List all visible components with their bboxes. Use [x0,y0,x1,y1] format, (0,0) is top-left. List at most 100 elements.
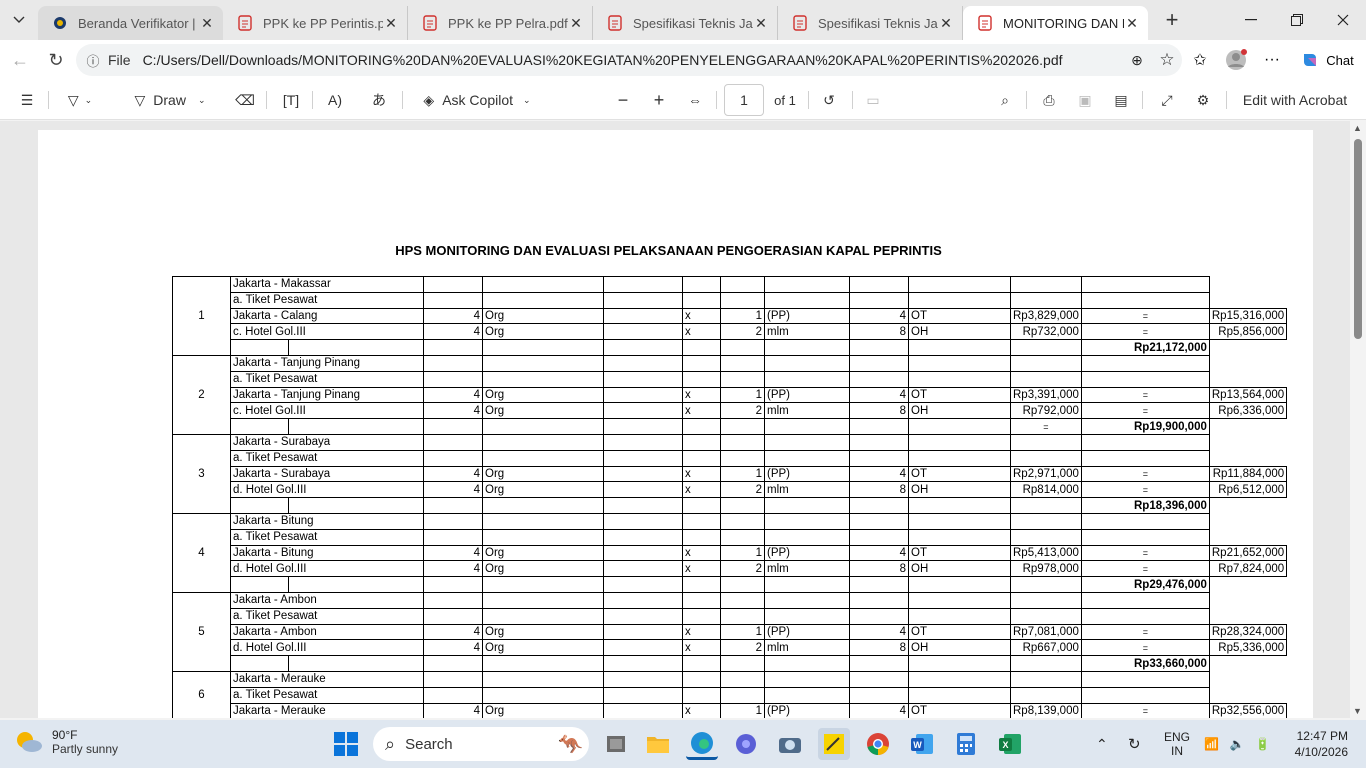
tab-0[interactable]: Beranda Verifikator | Sin ✕ [38,6,223,40]
zoom-in-button[interactable]: + [646,80,672,120]
restore-button[interactable] [1274,0,1320,40]
excel-button[interactable]: X [994,728,1026,760]
table-row: a. Tiket Pesawat [173,291,1287,309]
close-tab-icon[interactable]: ✕ [199,15,215,32]
edit-with-acrobat-button[interactable]: Edit with Acrobat [1236,80,1354,120]
camera-button[interactable] [774,728,806,760]
tab-1[interactable]: PPK ke PP Perintis.pdf ✕ [223,6,408,40]
rotate-button[interactable]: ↺ [816,80,842,120]
chrome-button[interactable] [862,728,894,760]
print-button[interactable]: ⎙ [1036,80,1062,120]
info-icon[interactable]: ⓘ [78,51,108,70]
back-button[interactable]: ← [2,42,38,78]
vertical-scrollbar[interactable]: ▲ ▼ [1350,121,1366,718]
tab-actions-menu-button[interactable] [0,0,38,40]
show-hidden-icons-button[interactable]: ⌃ [1096,720,1118,768]
table-cell [682,418,721,435]
close-tab-icon[interactable]: ✕ [1124,15,1140,32]
add-text-button[interactable]: [T] [278,80,304,120]
fullscreen-button[interactable]: ⤢ [1154,80,1180,120]
translate-button[interactable]: あ [366,80,392,120]
page-view-button[interactable]: ▭ [860,80,886,120]
more-menu-button[interactable]: ··· [1258,40,1286,80]
count-cell: 4 [849,544,909,562]
weather-temperature: 90°F [52,728,78,742]
close-tab-icon[interactable]: ✕ [568,15,584,32]
task-view-button[interactable] [600,728,632,760]
svg-text:W: W [913,740,922,750]
scroll-up-icon[interactable]: ▲ [1353,123,1362,133]
ask-copilot-button[interactable]: ◈ Ask Copilot ⌄ [414,80,540,120]
favorite-star-icon[interactable]: ☆ [1152,50,1182,70]
url-text[interactable]: C:/Users/Dell/Downloads/MONITORING%20DAN… [143,52,1122,68]
read-aloud-button[interactable]: A) [322,80,348,120]
close-tab-icon[interactable]: ✕ [938,15,954,32]
pdf-settings-button[interactable]: ⚙ [1190,80,1216,120]
unit-cell: (PP) [764,623,850,641]
close-tab-icon[interactable]: ✕ [383,15,399,32]
row-number: 2 [172,354,231,435]
find-button[interactable]: ⌕ [992,80,1018,120]
fit-to-width-button[interactable]: ⇔ [682,80,708,120]
tab-4[interactable]: Spesifikasi Teknis Jasa La ✕ [778,6,963,40]
taskbar-search[interactable]: ⌕ Search 🦘 [373,727,589,761]
zoom-out-button[interactable]: − [610,80,636,120]
table-cell [682,449,721,467]
table-cell [288,576,424,593]
table-row: c. Hotel Gol.III 4 Org x 2 mlm 8 OH Rp732,000 = Rp… [173,323,1288,341]
sync-status-button[interactable]: ↻ [1128,720,1150,768]
language-code: ENG [1163,730,1190,744]
unit-cell: Org [482,386,604,404]
app-button[interactable] [730,728,762,760]
close-window-button[interactable] [1320,0,1366,40]
sticky-notes-button[interactable] [818,728,850,760]
table-cell [764,512,850,530]
quick-settings-button[interactable]: 📶 🔈 🔋 [1204,720,1270,768]
save-as-button[interactable]: ▤ [1108,80,1134,120]
profile-button[interactable] [1222,40,1250,80]
item-label: c. Hotel Gol.III [230,402,424,420]
minimize-button[interactable] [1228,0,1274,40]
reload-button[interactable]: ↻ [38,42,74,78]
close-tab-icon[interactable]: ✕ [753,15,769,32]
tab-5-active[interactable]: MONITORING DAN EVA ✕ [963,6,1148,40]
count-cell: 4 [849,702,909,718]
table-cell [1010,276,1082,293]
weather-widget[interactable]: 90°F Partly sunny [14,728,118,756]
zoom-icon[interactable]: ⊕ [1122,52,1152,69]
save-button[interactable]: ▣ [1072,80,1098,120]
contents-button[interactable]: ☰ [14,80,40,120]
table-cell [603,591,683,609]
tab-2[interactable]: PPK ke PP Pelra.pdf ✕ [408,6,593,40]
avatar [1226,49,1247,70]
word-button[interactable]: W [906,728,938,760]
camera-icon [779,738,801,753]
draw-button[interactable]: ▽ Draw ⌄ [124,80,216,120]
calculator-button[interactable] [950,728,982,760]
favorites-button[interactable]: ✩ [1186,40,1214,80]
unit-cell: OH [908,323,1011,341]
page-number-input[interactable]: 1 [724,84,764,116]
scrollbar-thumb[interactable] [1354,139,1362,339]
erase-button[interactable]: ⌫ [232,80,258,120]
copilot-chat-button[interactable]: Chat [1294,40,1360,80]
times-cell: x [682,544,721,562]
clock[interactable]: 12:47 PM 4/10/2026 [1295,728,1348,760]
pdf-viewer[interactable]: HPS MONITORING DAN EVALUASI PELAKSANAAN … [0,121,1366,718]
count-cell: 4 [849,386,909,404]
highlight-button[interactable]: ▽ ⌄ [58,80,102,120]
file-explorer-button[interactable] [642,728,674,760]
start-button[interactable] [330,728,362,760]
count-cell: 8 [849,402,909,420]
scroll-down-icon[interactable]: ▼ [1353,706,1362,716]
new-tab-button[interactable]: + [1152,7,1192,33]
edge-button[interactable] [686,728,718,760]
table-cell [682,370,721,388]
pdf-page: HPS MONITORING DAN EVALUASI PELAKSANAAN … [38,130,1313,718]
language-indicator[interactable]: ENG IN [1160,720,1194,768]
tab-3[interactable]: Spesifikasi Teknis Jasa La ✕ [593,6,778,40]
table-cell [603,560,683,578]
table-cell [1080,591,1210,609]
address-bar[interactable]: ⓘ File C:/Users/Dell/Downloads/MONITORIN… [76,44,1182,76]
table-row: 4 Jakarta - Bitung [172,512,1287,593]
